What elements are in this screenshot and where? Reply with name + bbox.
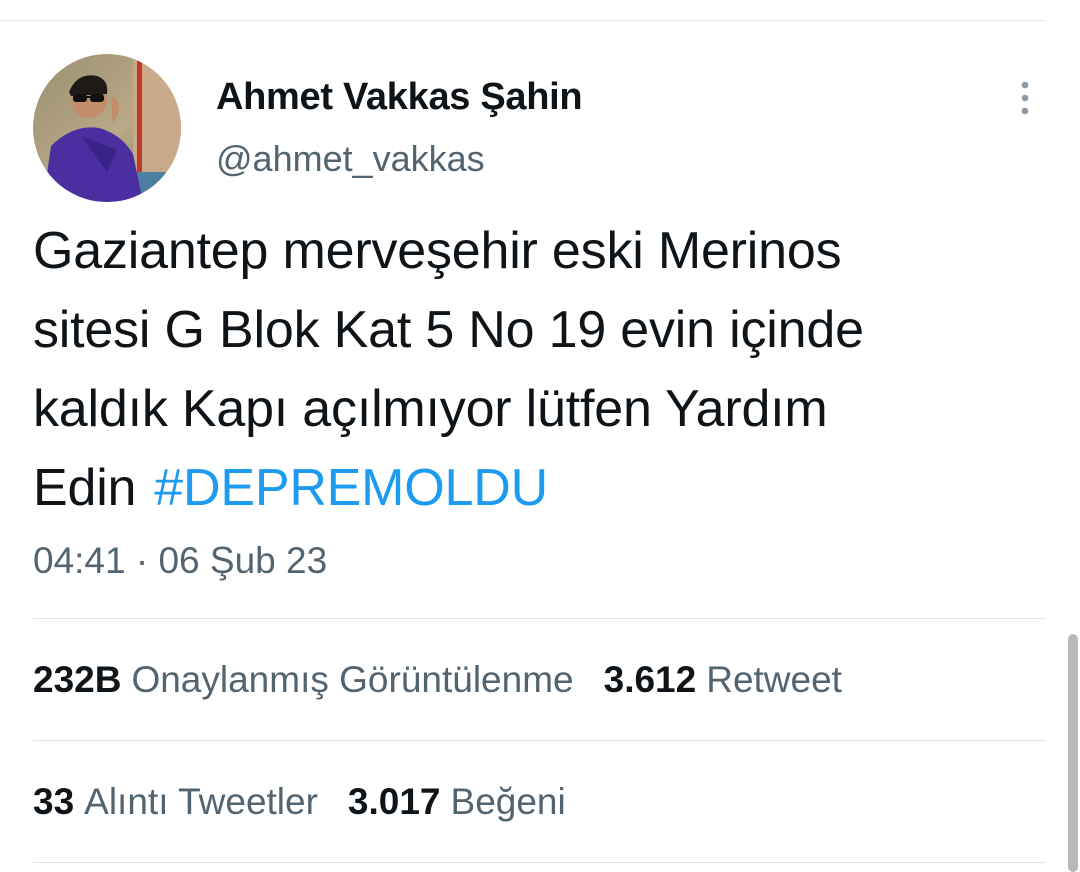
- likes-stat[interactable]: 3.017 Beğeni: [348, 781, 566, 823]
- tweet-text-line: sitesi G Blok Kat 5 No 19 evin içinde: [33, 301, 864, 359]
- retweets-stat[interactable]: 3.612 Retweet: [604, 659, 842, 701]
- divider: [33, 740, 1046, 741]
- tweet-timestamp[interactable]: 04:41 · 06 Şub 23: [33, 540, 327, 582]
- divider: [33, 862, 1046, 863]
- views-stat[interactable]: 232B Onaylanmış Görüntülenme: [33, 659, 574, 701]
- likes-label: Beğeni: [450, 781, 566, 822]
- author-handle[interactable]: @ahmet_vakkas: [216, 138, 485, 180]
- tweet-text-line: Edin #DEPREMOLDU: [33, 449, 1043, 528]
- tweet-text-line: kaldık Kapı açılmıyor lütfen Yardım: [33, 380, 828, 438]
- quotes-stat[interactable]: 33 Alıntı Tweetler: [33, 781, 318, 823]
- retweets-count: 3.612: [603, 659, 697, 700]
- tweet-detail-page: Ahmet Vakkas Şahin @ahmet_vakkas Gaziant…: [0, 0, 1080, 872]
- author-display-name[interactable]: Ahmet Vakkas Şahin: [216, 76, 583, 119]
- quotes-count: 33: [33, 781, 75, 822]
- views-label: Onaylanmış Görüntülenme: [131, 659, 574, 700]
- likes-count: 3.017: [347, 781, 441, 822]
- retweets-label: Retweet: [706, 659, 842, 700]
- tweet-text-last-word: Edin: [33, 459, 137, 517]
- more-vertical-icon: [1021, 81, 1029, 115]
- stats-row-views-retweets: 232B Onaylanmış Görüntülenme 3.612 Retweet: [33, 659, 872, 701]
- stats-row-quotes-likes: 33 Alıntı Tweetler 3.017 Beğeni: [33, 781, 596, 823]
- more-button[interactable]: [1008, 78, 1042, 118]
- views-count: 232B: [33, 659, 122, 700]
- hashtag-link[interactable]: #DEPREMOLDU: [154, 459, 548, 517]
- tweet-text: Gaziantep merveşehir eski Merinos sitesi…: [33, 212, 1043, 528]
- scrollbar[interactable]: [1068, 634, 1078, 872]
- avatar[interactable]: [33, 54, 181, 202]
- avatar-image: [33, 54, 181, 202]
- top-divider: [0, 20, 1046, 21]
- tweet-text-line: Gaziantep merveşehir eski Merinos: [33, 222, 842, 280]
- divider: [33, 618, 1046, 619]
- quotes-label: Alıntı Tweetler: [84, 781, 318, 822]
